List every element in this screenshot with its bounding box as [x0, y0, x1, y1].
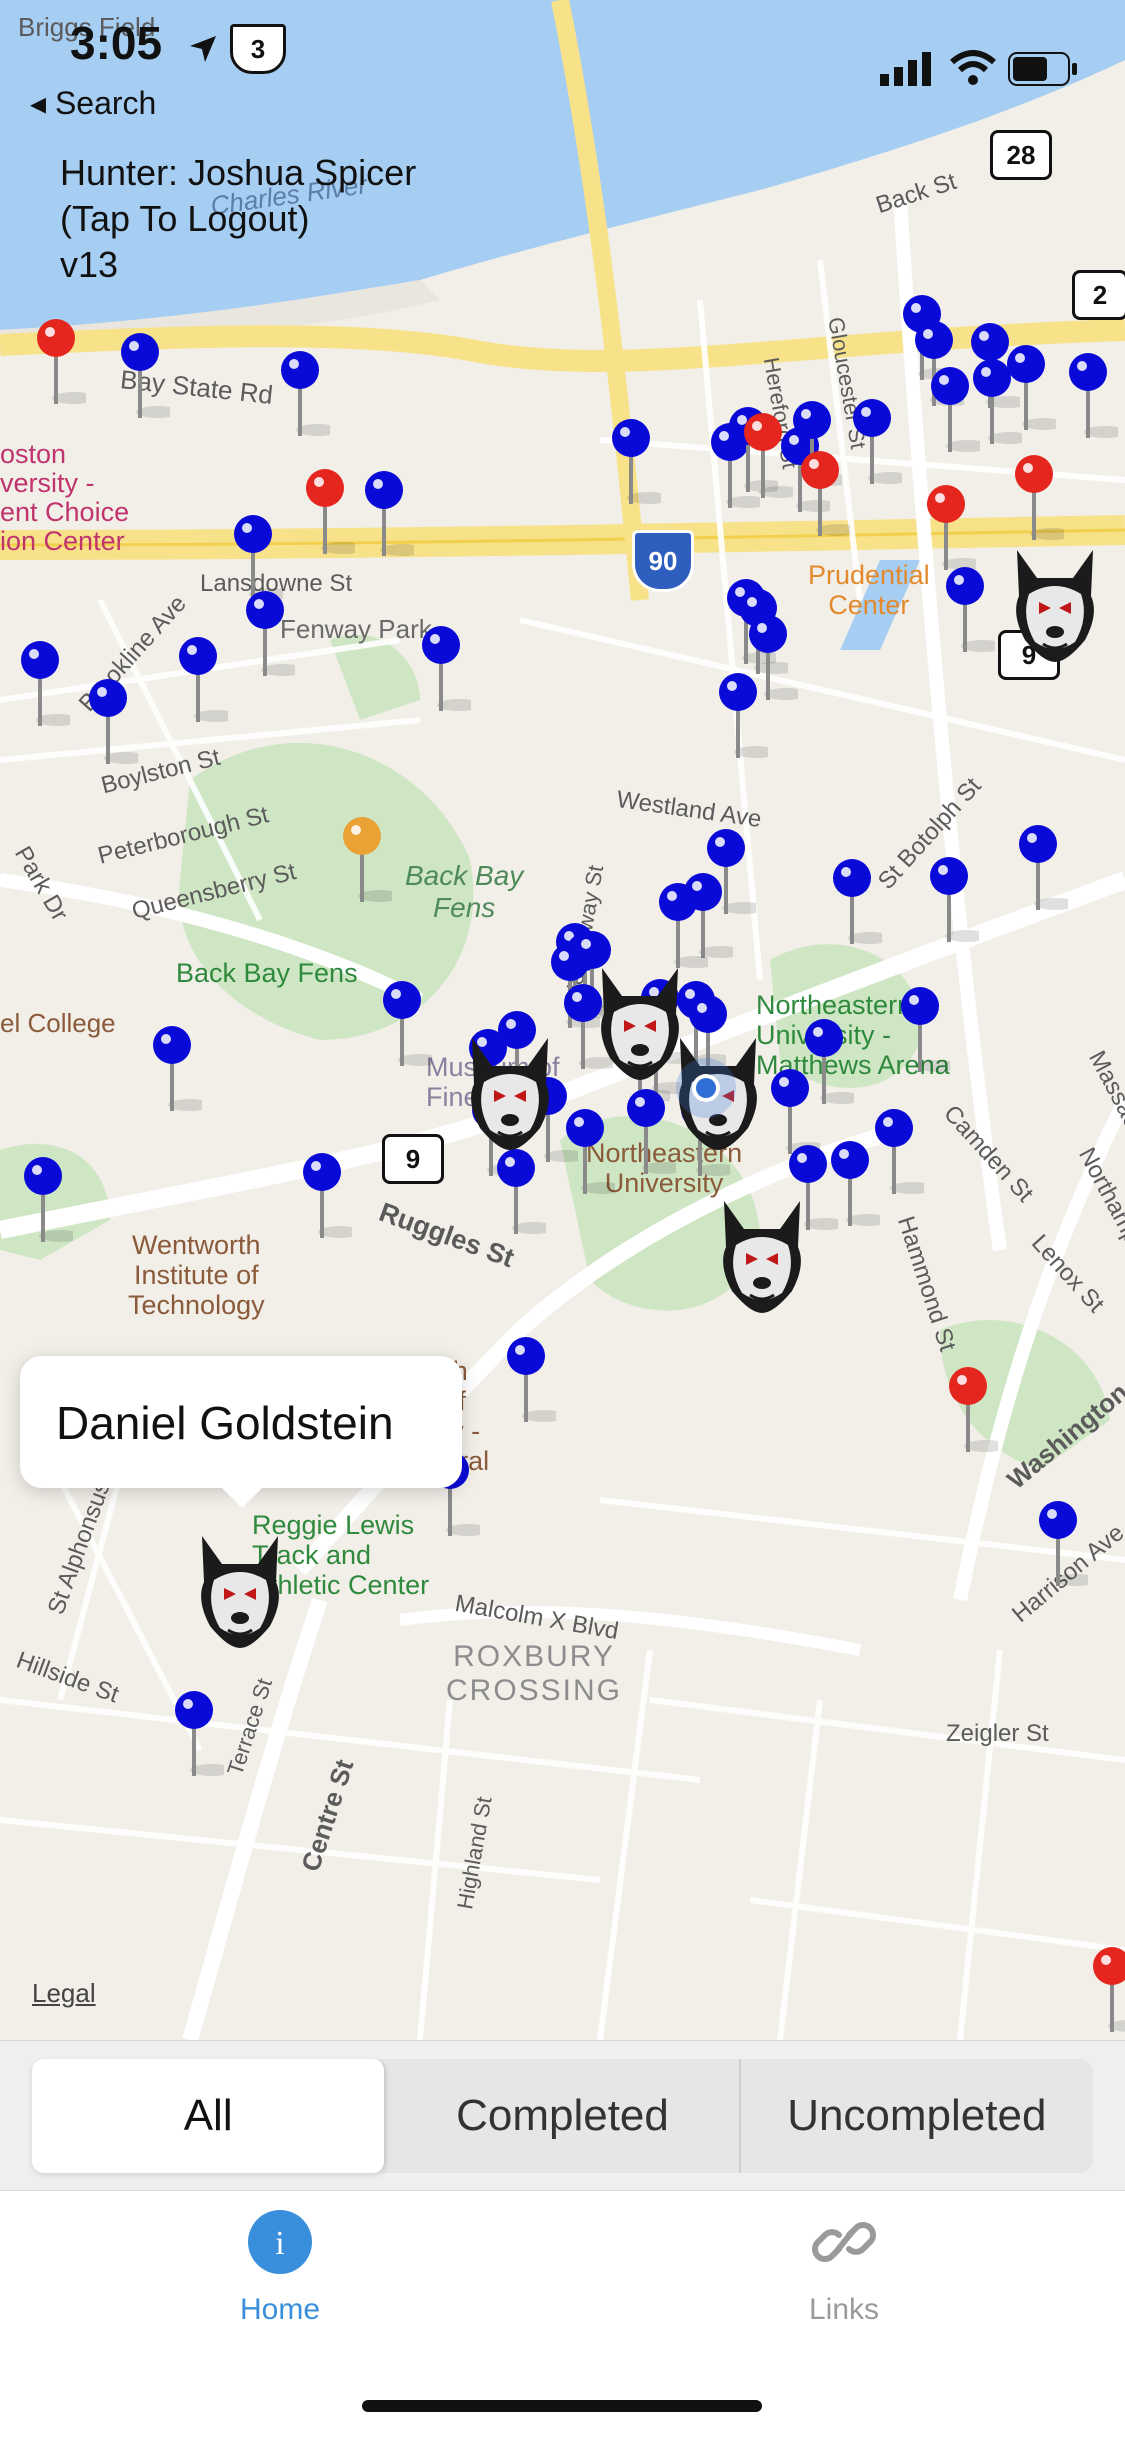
blue-map-pin[interactable]	[168, 636, 228, 726]
user-location-dot	[676, 1058, 736, 1118]
blue-map-pin[interactable]	[411, 625, 471, 715]
map-label-prudential: Prudential Center	[808, 560, 930, 620]
blue-map-pin[interactable]	[1028, 1500, 1088, 1590]
prudential-line-1: Prudential	[808, 560, 930, 590]
app-version: v13	[60, 244, 119, 285]
husky-icon[interactable]	[462, 1032, 558, 1152]
boston-univ-line-3: ent Choice	[0, 497, 130, 527]
map-view[interactable]: Briggs Field Charles River Back St Bay S…	[0, 0, 1125, 2040]
link-icon	[812, 2222, 876, 2262]
blue-map-pin[interactable]	[235, 590, 295, 680]
tab-home[interactable]: i Home	[180, 2209, 380, 2327]
cellular-signal-icon	[880, 52, 931, 86]
blue-map-pin[interactable]	[13, 1156, 73, 1246]
blue-map-pin[interactable]	[616, 1088, 676, 1178]
boston-univ-line-2: versity -	[0, 468, 95, 498]
blue-map-pin[interactable]	[10, 640, 70, 730]
map-label-roxbury-crossing: ROXBURY CROSSING	[446, 1640, 622, 1708]
map-label-fenway-park: Fenway Park	[280, 614, 432, 644]
boston-univ-line-1: oston	[0, 439, 67, 469]
red-map-pin[interactable]	[916, 484, 976, 574]
blue-map-pin[interactable]	[78, 678, 138, 768]
legal-link[interactable]: Legal	[32, 1978, 96, 2009]
blue-map-pin[interactable]	[822, 858, 882, 948]
filter-segmented-control: All Completed Uncompleted	[32, 2059, 1093, 2173]
blue-map-pin[interactable]	[496, 1336, 556, 1426]
home-indicator	[362, 2400, 762, 2412]
map-label-wentworth: Wentworth Institute of Technology	[128, 1230, 265, 1320]
map-label-boston-university: oston versity - ent Choice ion Center	[0, 440, 129, 556]
status-time: 3:05	[70, 17, 163, 69]
blue-map-pin[interactable]	[1058, 352, 1118, 442]
svg-text:i: i	[275, 2225, 284, 2262]
blue-map-pin[interactable]	[996, 344, 1056, 434]
wentworth-line-3: Technology	[128, 1290, 265, 1320]
blue-map-pin[interactable]	[292, 1152, 352, 1242]
route-9-shield-west: 9	[382, 1134, 444, 1184]
map-label-college: el College	[0, 1008, 116, 1038]
tab-home-label: Home	[239, 2293, 321, 2326]
hunter-info[interactable]: Hunter: Joshua Spicer (Tap To Logout) v1…	[60, 150, 416, 288]
blue-map-pin[interactable]	[842, 398, 902, 488]
blue-map-pin[interactable]	[890, 986, 950, 1076]
wentworth-line-2: Institute of	[134, 1260, 259, 1290]
blue-map-pin[interactable]	[919, 856, 979, 946]
red-map-pin[interactable]	[26, 318, 86, 408]
back-to-search[interactable]: ◂ Search	[30, 84, 156, 122]
route-28-shield: 28	[990, 130, 1052, 180]
red-map-pin[interactable]	[938, 1366, 998, 1456]
prudential-line-2: Center	[828, 590, 910, 620]
interstate-90-shield: 90	[632, 530, 694, 592]
blue-map-pin[interactable]	[648, 882, 708, 972]
annotation-callout[interactable]: Daniel Goldstein	[20, 1356, 462, 1508]
segment-completed[interactable]: Completed	[386, 2059, 741, 2173]
battery-icon	[1008, 52, 1077, 86]
blue-map-pin[interactable]	[372, 980, 432, 1070]
map-label-zeigler: Zeigler St	[946, 1720, 1049, 1747]
blue-map-pin[interactable]	[164, 1690, 224, 1780]
blue-map-pin[interactable]	[486, 1148, 546, 1238]
route-2-shield: 2	[1072, 270, 1125, 320]
us-route-3-shield: 3	[230, 24, 286, 74]
filter-bar: All Completed Uncompleted	[0, 2040, 1125, 2191]
red-map-pin[interactable]	[295, 468, 355, 558]
blue-map-pin[interactable]	[354, 470, 414, 560]
blue-map-pin[interactable]	[555, 1108, 615, 1198]
location-arrow-icon	[190, 36, 216, 62]
husky-icon[interactable]	[192, 1530, 288, 1650]
logout-hint: (Tap To Logout)	[60, 198, 310, 239]
blue-map-pin[interactable]	[601, 418, 661, 508]
segment-all[interactable]: All	[32, 2059, 387, 2173]
tab-links-label: Links	[808, 2293, 880, 2326]
blue-map-pin[interactable]	[864, 1108, 924, 1198]
roxbury-line-1: ROXBURY	[453, 1640, 615, 1673]
blue-map-pin[interactable]	[110, 332, 170, 422]
boston-univ-line-4: ion Center	[0, 526, 125, 556]
back-bay-fens-line-2: Fens	[433, 892, 496, 923]
orange-map-pin[interactable]	[332, 816, 392, 906]
husky-icon[interactable]	[714, 1195, 810, 1315]
blue-map-pin[interactable]	[270, 350, 330, 440]
map-label-back-bay-fens-park: Back Bay Fens	[176, 958, 358, 988]
husky-icon[interactable]	[1007, 544, 1103, 664]
hunter-name: Hunter: Joshua Spicer	[60, 152, 417, 193]
red-map-pin[interactable]	[1004, 454, 1064, 544]
blue-map-pin[interactable]	[708, 672, 768, 762]
tab-links[interactable]: Links	[744, 2209, 944, 2327]
back-bay-fens-line-1: Back Bay	[405, 860, 524, 891]
wifi-icon	[950, 50, 996, 85]
map-label-back-bay-fens-water: Back Bay Fens	[405, 860, 523, 924]
red-map-pin[interactable]	[1082, 1946, 1125, 2036]
roxbury-line-2: CROSSING	[446, 1674, 623, 1707]
callout-name: Daniel Goldstein	[56, 1397, 394, 1449]
blue-map-pin[interactable]	[935, 566, 995, 656]
wentworth-line-1: Wentworth	[132, 1230, 261, 1260]
segment-uncompleted[interactable]: Uncompleted	[741, 2059, 1093, 2173]
blue-map-pin[interactable]	[1008, 824, 1068, 914]
red-map-pin[interactable]	[790, 450, 850, 540]
info-icon: i	[248, 2210, 312, 2274]
blue-map-pin[interactable]	[142, 1025, 202, 1115]
